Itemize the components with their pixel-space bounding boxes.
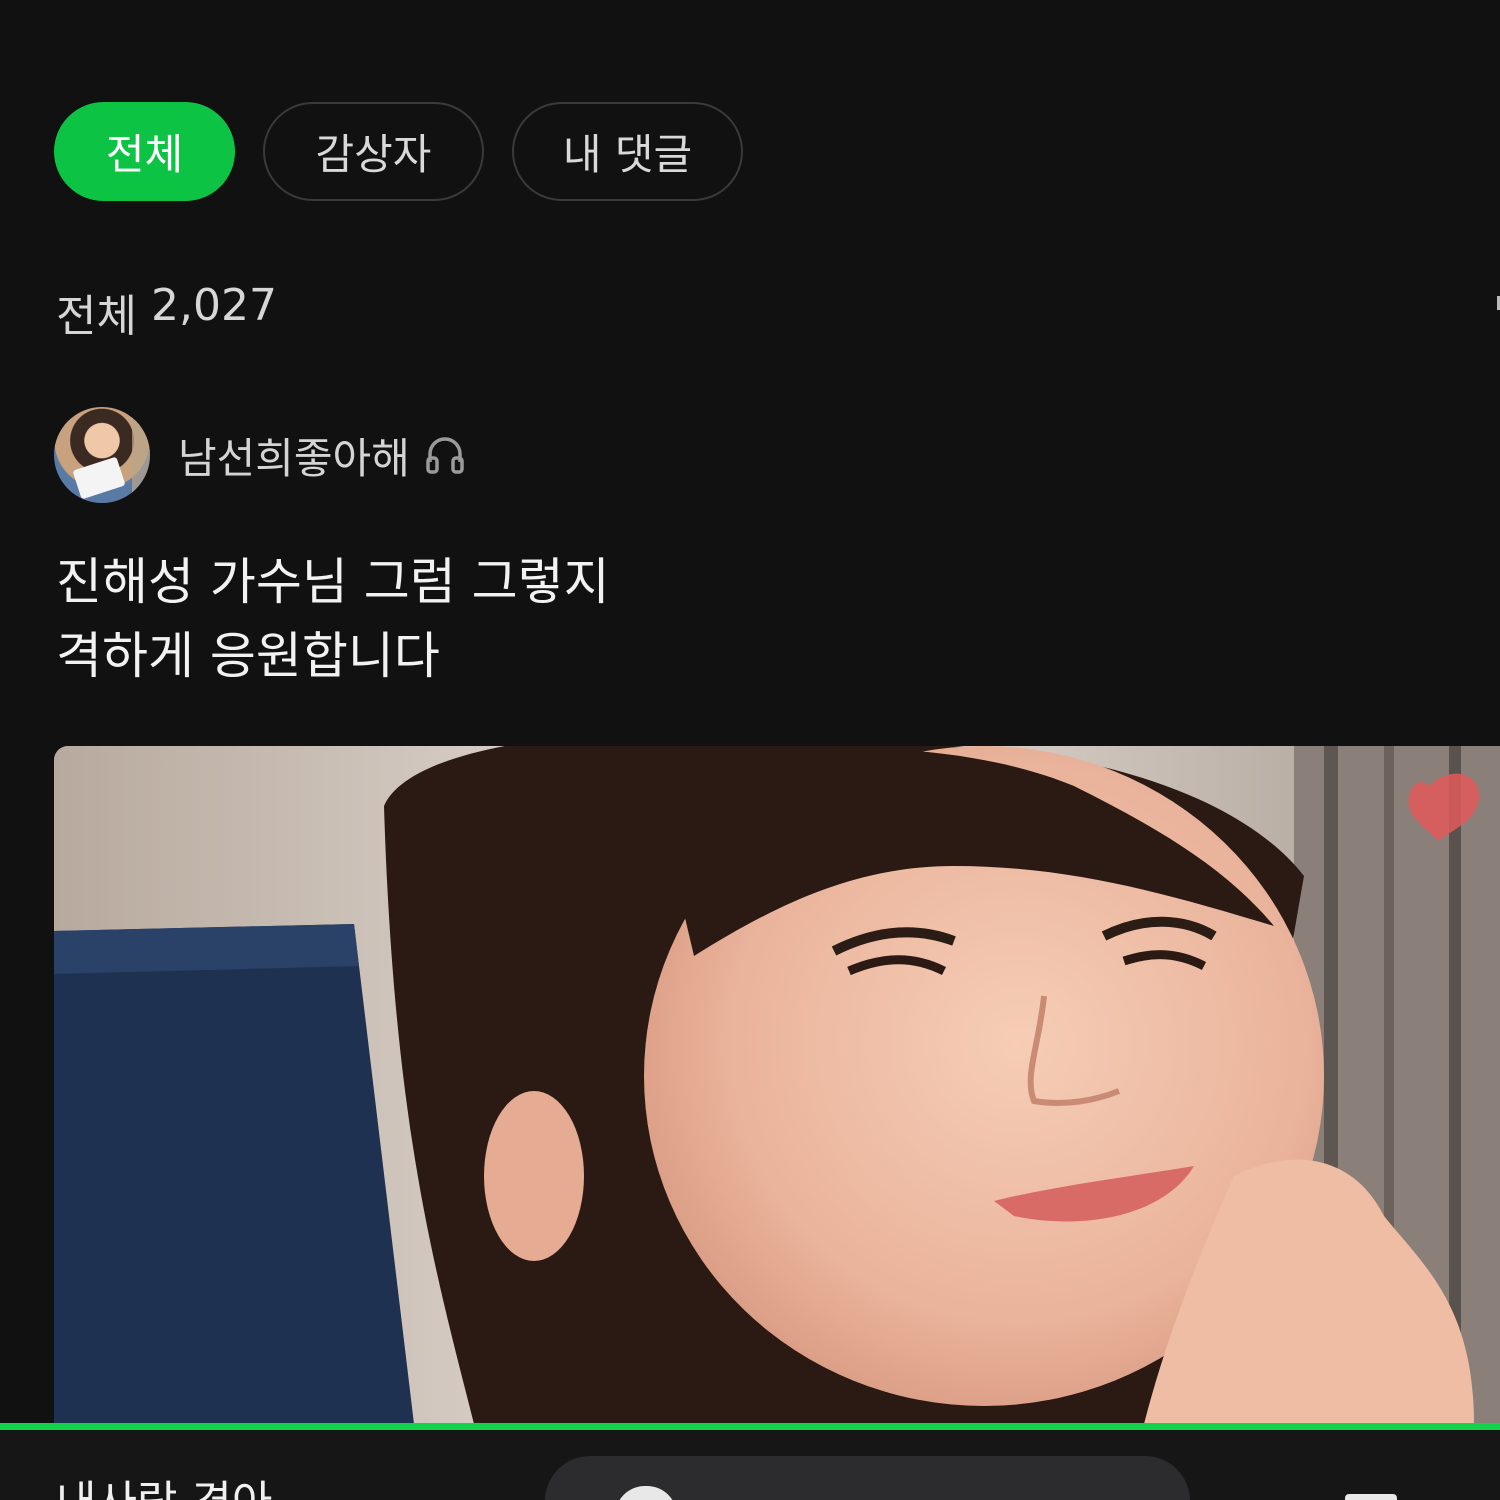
now-playing-title[interactable]: 내사랑 경아 xyxy=(56,1466,272,1500)
comment-line: 격하게 응원합니다 xyxy=(56,627,440,685)
comment-username[interactable]: 남선희좋아해 xyxy=(178,425,410,486)
comment-count: 전체 2,027 xyxy=(56,280,277,344)
tab-my-comments[interactable]: 내 댓글 xyxy=(512,102,743,201)
comment-filter-tabs: 전체 감상자 내 댓글 xyxy=(54,102,771,201)
tab-all[interactable]: 전체 xyxy=(54,102,235,201)
next-icon[interactable] xyxy=(1345,1494,1397,1500)
player-controls xyxy=(545,1456,1190,1500)
portrait-image xyxy=(54,746,1500,1424)
comment-count-value: 2,027 xyxy=(150,280,277,331)
comment-line: 진해성 가수님 그럼 그렇지 xyxy=(56,553,610,611)
playback-progress[interactable] xyxy=(0,1423,1500,1430)
play-button[interactable] xyxy=(615,1486,677,1500)
comments-screen: 전체 감상자 내 댓글 전체 2,027 남선희좋아해 진해성 가수님 그럼 그… xyxy=(0,0,1500,1500)
comment-body: 진해성 가수님 그럼 그렇지 격하게 응원합니다 xyxy=(56,545,1056,693)
comment-photo[interactable] xyxy=(54,746,1500,1424)
tab-listeners[interactable]: 감상자 xyxy=(263,102,484,201)
headphone-icon xyxy=(426,437,464,474)
comment-count-label: 전체 xyxy=(56,291,137,342)
comment-header: 남선희좋아해 xyxy=(54,407,466,503)
avatar[interactable] xyxy=(54,407,150,503)
